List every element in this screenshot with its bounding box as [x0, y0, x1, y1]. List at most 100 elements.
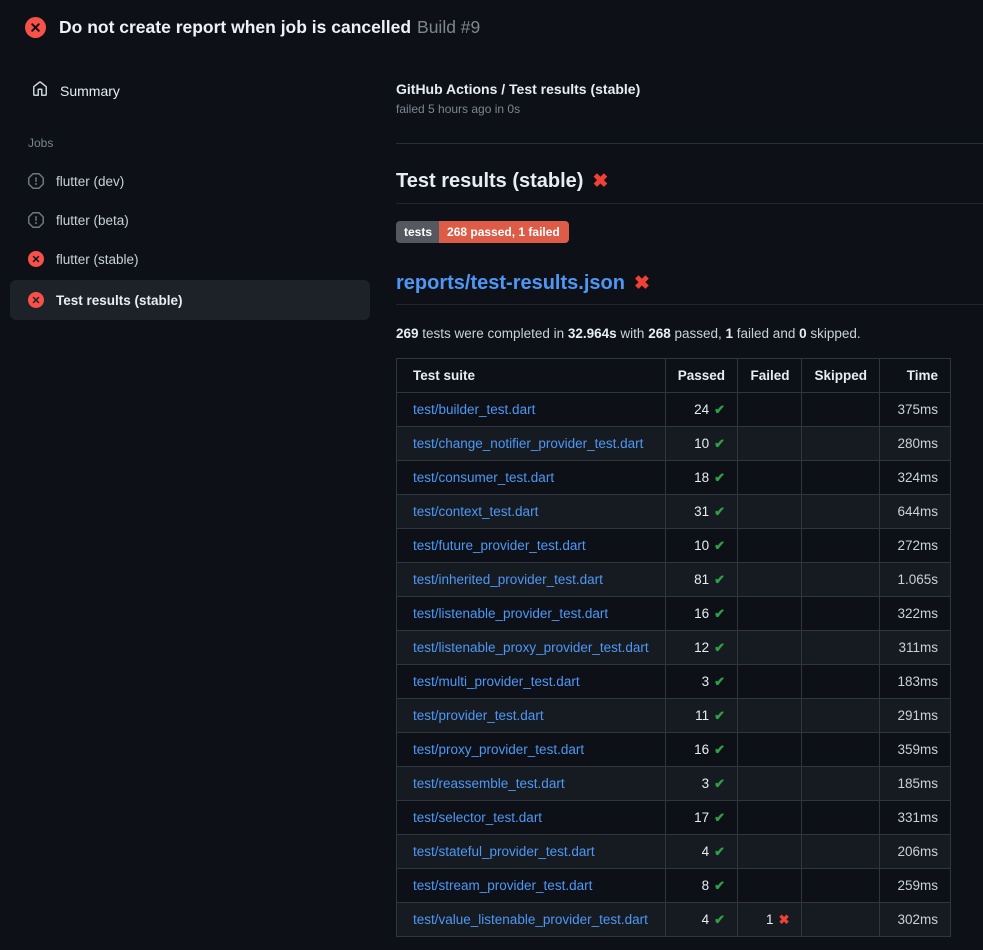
table-row: test/future_provider_test.dart 10✔ ✖ 272… — [397, 529, 951, 563]
col-header-test-suite: Test suite — [397, 359, 666, 393]
build-number: Build #9 — [417, 17, 480, 37]
failed-x-icon: ✖ — [634, 273, 650, 294]
home-icon — [32, 81, 48, 100]
time-cell: 280ms — [879, 427, 950, 461]
col-header-time: Time — [879, 359, 950, 393]
passed-cell: 3✔ — [665, 665, 737, 699]
table-row: test/reassemble_test.dart 3✔ ✖ 185ms — [397, 767, 951, 801]
table-row: test/inherited_provider_test.dart 81✔ ✖ … — [397, 563, 951, 597]
check-icon: ✔ — [714, 640, 725, 655]
duration: 32.964s — [568, 326, 617, 341]
suite-cell: test/value_listenable_provider_test.dart — [397, 903, 666, 937]
col-header-skipped: Skipped — [802, 359, 880, 393]
sidebar-item-summary[interactable]: Summary — [0, 71, 380, 110]
suite-link[interactable]: test/proxy_provider_test.dart — [413, 742, 584, 757]
skipped-cell — [802, 801, 880, 835]
suite-link[interactable]: test/future_provider_test.dart — [413, 538, 586, 553]
skipped-cell — [802, 835, 880, 869]
suite-link[interactable]: test/listenable_proxy_provider_test.dart — [413, 640, 649, 655]
passed-cell: 18✔ — [665, 461, 737, 495]
suite-cell: test/builder_test.dart — [397, 393, 666, 427]
check-icon: ✔ — [714, 504, 725, 519]
suite-cell: test/future_provider_test.dart — [397, 529, 666, 563]
passed-cell: 4✔ — [665, 835, 737, 869]
time-cell: 272ms — [879, 529, 950, 563]
failed-cell: ✖ — [738, 563, 802, 597]
job-label: Test results (stable) — [56, 293, 183, 308]
suite-link[interactable]: test/stateful_provider_test.dart — [413, 844, 595, 859]
check-icon: ✔ — [714, 572, 725, 587]
total-count: 269 — [396, 326, 419, 341]
skipped-cell — [802, 733, 880, 767]
time-cell: 375ms — [879, 393, 950, 427]
col-header-passed: Passed — [665, 359, 737, 393]
suite-link[interactable]: test/stream_provider_test.dart — [413, 878, 592, 893]
suite-cell: test/listenable_provider_test.dart — [397, 597, 666, 631]
suite-cell: test/consumer_test.dart — [397, 461, 666, 495]
sidebar-job-flutter-dev[interactable]: flutter (dev) — [10, 163, 370, 199]
report-file-link[interactable]: reports/test-results.json — [396, 272, 625, 294]
failed-cell: ✖ — [738, 733, 802, 767]
failed-circle-icon — [25, 17, 46, 38]
table-row: test/consumer_test.dart 18✔ ✖ 324ms — [397, 461, 951, 495]
sidebar-job-flutter-stable[interactable]: flutter (stable) — [10, 241, 370, 277]
suite-cell: test/selector_test.dart — [397, 801, 666, 835]
skipped-cell — [802, 767, 880, 801]
sidebar-job-flutter-beta[interactable]: flutter (beta) — [10, 202, 370, 238]
table-row: test/stateful_provider_test.dart 4✔ ✖ 20… — [397, 835, 951, 869]
tests-status-badge: tests 268 passed, 1 failed — [396, 221, 569, 243]
table-row: test/proxy_provider_test.dart 16✔ ✖ 359m… — [397, 733, 951, 767]
failed-cell: ✖ — [738, 801, 802, 835]
run-status-text: failed 5 hours ago in 0s — [396, 102, 983, 116]
suite-link[interactable]: test/value_listenable_provider_test.dart — [413, 912, 648, 927]
table-row: test/provider_test.dart 11✔ ✖ 291ms — [397, 699, 951, 733]
failed-count: 1 — [726, 326, 734, 341]
badge-label: tests — [396, 221, 439, 243]
failed-cell: ✖ — [738, 461, 802, 495]
skipped-cell — [802, 461, 880, 495]
passed-cell: 4✔ — [665, 903, 737, 937]
suite-link[interactable]: test/inherited_provider_test.dart — [413, 572, 603, 587]
job-label: flutter (beta) — [56, 213, 129, 228]
suite-link[interactable]: test/change_notifier_provider_test.dart — [413, 436, 643, 451]
check-icon: ✔ — [714, 708, 725, 723]
check-icon: ✔ — [714, 776, 725, 791]
suite-link[interactable]: test/builder_test.dart — [413, 402, 535, 417]
cancelled-icon — [28, 173, 44, 189]
passed-cell: 11✔ — [665, 699, 737, 733]
check-icon: ✔ — [714, 878, 725, 893]
tests-summary-line: 269 tests were completed in 32.964s with… — [396, 326, 983, 341]
suite-link[interactable]: test/selector_test.dart — [413, 810, 542, 825]
failed-cell: ✖ — [738, 767, 802, 801]
table-row: test/value_listenable_provider_test.dart… — [397, 903, 951, 937]
failed-cell: ✖ — [738, 427, 802, 461]
sidebar-job-test-results-stable[interactable]: Test results (stable) — [10, 280, 370, 320]
suite-link[interactable]: test/provider_test.dart — [413, 708, 544, 723]
suite-link[interactable]: test/context_test.dart — [413, 504, 538, 519]
divider — [396, 143, 983, 144]
passed-count: 268 — [648, 326, 671, 341]
passed-cell: 8✔ — [665, 869, 737, 903]
table-header-row: Test suite Passed Failed Skipped Time — [397, 359, 951, 393]
suite-cell: test/listenable_proxy_provider_test.dart — [397, 631, 666, 665]
failed-cell: ✖ — [738, 699, 802, 733]
suite-link[interactable]: test/reassemble_test.dart — [413, 776, 565, 791]
time-cell: 324ms — [879, 461, 950, 495]
check-icon: ✔ — [714, 742, 725, 757]
check-icon: ✔ — [714, 538, 725, 553]
main-content: GitHub Actions / Test results (stable) f… — [396, 57, 983, 937]
suite-link[interactable]: test/multi_provider_test.dart — [413, 674, 580, 689]
table-row: test/listenable_provider_test.dart 16✔ ✖… — [397, 597, 951, 631]
passed-cell: 16✔ — [665, 597, 737, 631]
suite-link[interactable]: test/consumer_test.dart — [413, 470, 554, 485]
breadcrumb: GitHub Actions / Test results (stable) — [396, 81, 983, 97]
suite-link[interactable]: test/listenable_provider_test.dart — [413, 606, 608, 621]
failed-cell: ✖ — [738, 665, 802, 699]
skipped-cell — [802, 903, 880, 937]
skipped-cell — [802, 393, 880, 427]
check-icon: ✔ — [714, 674, 725, 689]
sidebar-summary-label: Summary — [60, 83, 120, 99]
check-icon: ✔ — [714, 810, 725, 825]
failed-cell: ✖ — [738, 393, 802, 427]
time-cell: 322ms — [879, 597, 950, 631]
